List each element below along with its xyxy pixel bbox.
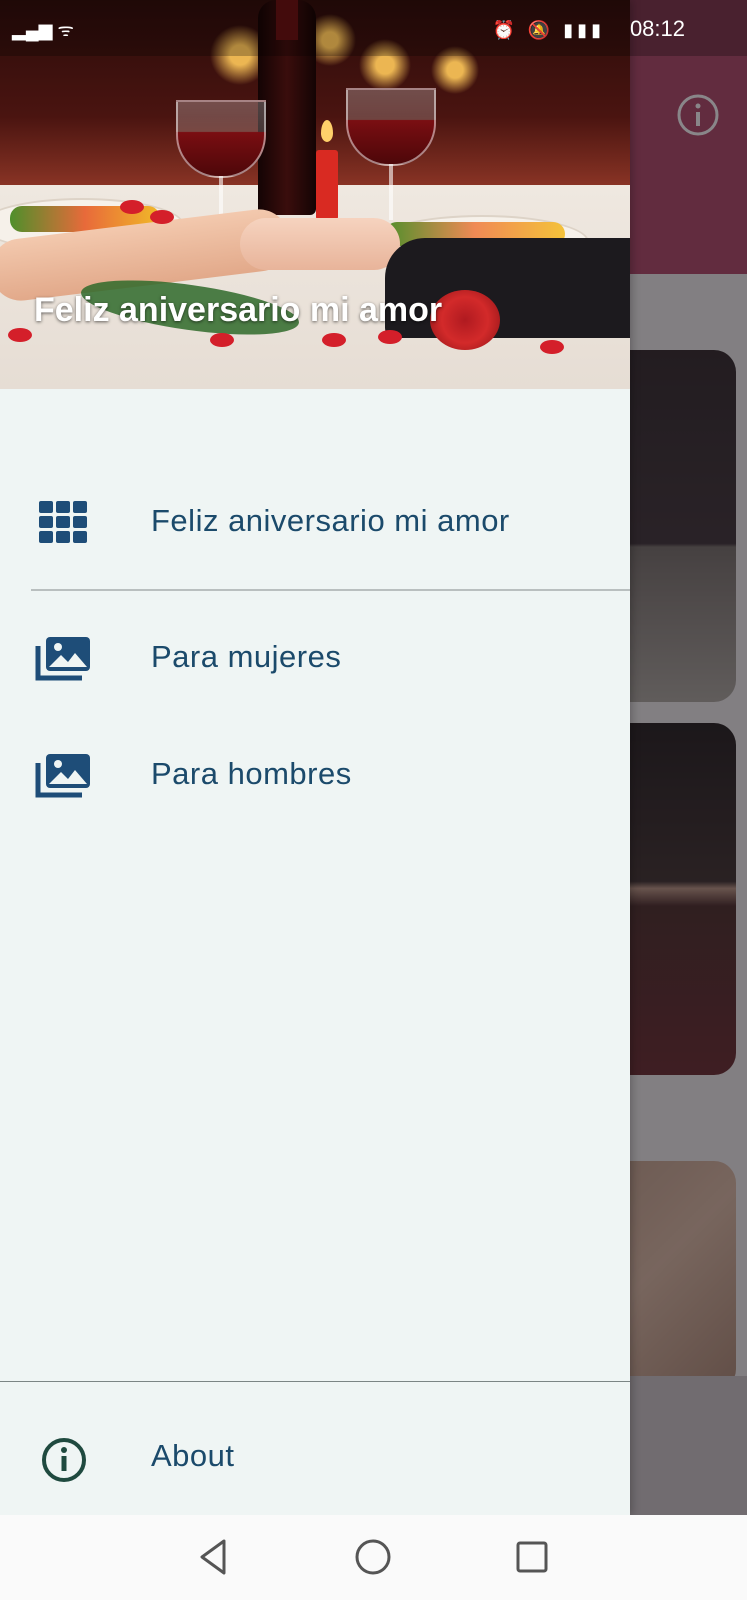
system-nav-bar xyxy=(0,1515,747,1600)
rose-petal xyxy=(120,200,144,214)
about-label: About xyxy=(151,1438,235,1473)
rose-petal xyxy=(540,340,564,354)
drawer-header-image: Feliz aniversario mi amor xyxy=(0,0,630,389)
info-icon xyxy=(42,1438,86,1482)
drawer-item-label: Para hombres xyxy=(151,756,352,791)
candle xyxy=(316,150,338,220)
status-bar: ▂▄▆ ᯤ ⏰ 🔕 ▮▮▮ 08:12 xyxy=(0,0,747,56)
apps-grid-icon xyxy=(39,501,87,543)
back-icon[interactable] xyxy=(192,1535,236,1579)
drawer-item-label: Para mujeres xyxy=(151,639,342,674)
drawer-divider xyxy=(31,589,630,591)
status-time: 08:12 xyxy=(629,16,685,41)
rose-petal xyxy=(150,210,174,224)
drawer-header-title: Feliz aniversario mi amor xyxy=(34,291,443,329)
navigation-drawer: Feliz aniversario mi amor Feliz aniversa… xyxy=(0,0,630,1515)
hand xyxy=(240,218,400,270)
status-icons: ⏰ 🔕 ▮▮▮ xyxy=(492,20,605,40)
rose-petal xyxy=(210,333,234,347)
home-icon[interactable] xyxy=(351,1535,395,1579)
drawer-item-para-mujeres[interactable]: Para mujeres xyxy=(0,610,630,706)
rose-petal xyxy=(378,330,402,344)
signal-icon: ▂▄▆ ᯤ xyxy=(12,20,74,40)
wine-glass xyxy=(176,100,266,178)
photo-library-icon xyxy=(35,754,90,798)
drawer-item-about[interactable]: About xyxy=(0,1410,630,1502)
drawer-item-feliz-aniversario[interactable]: Feliz aniversario mi amor xyxy=(0,474,630,570)
drawer-item-para-hombres[interactable]: Para hombres xyxy=(0,727,630,823)
photo-library-icon xyxy=(35,637,90,681)
glass-stem xyxy=(389,162,393,220)
rose-petal xyxy=(322,333,346,347)
candle-flame xyxy=(321,120,333,142)
recents-icon[interactable] xyxy=(510,1535,554,1579)
wine-glass xyxy=(346,88,436,166)
drawer-divider xyxy=(0,1381,630,1382)
rose-petal xyxy=(8,328,32,342)
drawer-item-label: Feliz aniversario mi amor xyxy=(151,503,510,538)
